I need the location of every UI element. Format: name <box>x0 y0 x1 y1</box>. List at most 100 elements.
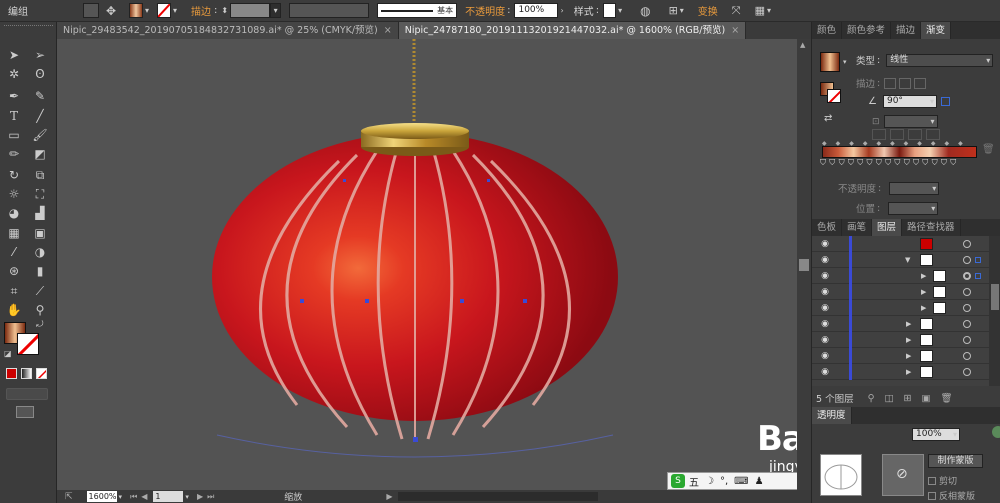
visibility-eye-icon[interactable]: ◉ <box>819 319 831 329</box>
visibility-eye-icon[interactable]: ◉ <box>819 287 831 297</box>
expand-triangle-icon[interactable]: ▶ <box>906 368 911 376</box>
tab-document-2[interactable]: Nipic_24787180_20191113201921447032.ai* … <box>398 22 747 39</box>
angle-input[interactable]: 90° <box>882 95 937 108</box>
chevron-down-icon[interactable]: ▾ <box>618 6 622 15</box>
clipping-mask-icon[interactable]: ◫ <box>885 393 894 404</box>
layers-scrollbar[interactable] <box>989 236 1000 386</box>
symbol-sprayer-tool-icon[interactable]: ⊛ <box>6 263 22 279</box>
stroke-weight-field[interactable]: ⬍ ▾ <box>221 2 282 20</box>
last-artboard-icon[interactable]: ⏭ <box>207 492 214 502</box>
transparency-opacity-input[interactable]: 100% <box>912 428 960 441</box>
arrange-icon[interactable]: ▦ <box>755 4 765 17</box>
visibility-eye-icon[interactable]: ◉ <box>819 367 831 377</box>
moon-icon[interactable]: ☽ <box>705 476 714 487</box>
gradient-tool-slot[interactable] <box>872 129 886 140</box>
rectangle-tool-icon[interactable]: ▭ <box>6 127 22 143</box>
paintbrush-tool-icon[interactable]: 🖌 <box>32 127 48 143</box>
invert-checkbox[interactable] <box>928 491 936 500</box>
tab-brushes[interactable]: 画笔 <box>842 219 873 236</box>
type-tool-icon[interactable]: T <box>6 108 22 124</box>
target-icon[interactable] <box>963 335 971 344</box>
scroll-up-icon[interactable]: ▲ <box>800 41 805 49</box>
target-icon[interactable] <box>963 239 971 248</box>
target-icon[interactable] <box>963 367 971 376</box>
artboard-nav-icon[interactable]: ⇱ <box>65 492 73 502</box>
gradient-preview-swatch[interactable] <box>820 52 840 72</box>
pencil-tool-icon[interactable]: ✏ <box>6 146 22 162</box>
first-artboard-icon[interactable]: ⏮ <box>130 492 137 502</box>
scrollbar-thumb[interactable] <box>799 259 809 271</box>
isolate-button[interactable] <box>83 2 99 20</box>
warp-tool-icon[interactable]: ☼ <box>6 186 22 202</box>
column-graph-tool-icon[interactable]: ▮ <box>32 263 48 279</box>
keyboard-icon[interactable]: ⌨ <box>734 476 748 487</box>
close-icon[interactable]: × <box>384 22 392 39</box>
tab-transparency[interactable]: 透明度 <box>812 407 852 424</box>
stroke-weight-input[interactable] <box>230 3 271 18</box>
stroke-across-icon[interactable] <box>914 77 927 89</box>
style-swatch[interactable] <box>603 3 617 18</box>
tab-gradient[interactable]: 渐变 <box>921 22 952 39</box>
layer-row[interactable]: ◉ ▶ <box>812 283 989 300</box>
chevron-down-icon[interactable]: ▾ <box>185 493 189 501</box>
ime-toolbar[interactable]: S 五 ☽ °, ⌨ ♟ <box>667 472 797 490</box>
target-icon[interactable] <box>963 255 971 264</box>
locate-object-icon[interactable]: ⚲ <box>868 393 875 404</box>
opacity-input[interactable]: 100% <box>514 3 559 18</box>
gradient-tool-slot[interactable] <box>926 129 940 140</box>
horizontal-scrollbar[interactable] <box>398 492 599 501</box>
color-mode-icon[interactable] <box>6 368 17 379</box>
tab-layers[interactable]: 图层 <box>872 219 903 236</box>
chevron-down-icon[interactable]: ▾ <box>767 6 771 15</box>
chevron-down-icon[interactable]: ▾ <box>843 58 847 66</box>
opacity-label[interactable]: 不透明度 <box>465 3 505 18</box>
stroke-color-swatch[interactable] <box>17 333 39 355</box>
hand-tool-icon[interactable]: ✋ <box>6 302 22 318</box>
target-icon[interactable] <box>963 303 971 312</box>
close-icon[interactable]: × <box>731 22 739 39</box>
pen-tool-icon[interactable]: ✒ <box>6 88 22 104</box>
selection-indicator[interactable] <box>975 256 981 263</box>
new-layer-icon[interactable]: ▣ <box>922 393 931 404</box>
scrollbar-thumb[interactable] <box>991 284 999 310</box>
gradient-slider[interactable] <box>822 146 977 158</box>
link-icon[interactable]: ⊘ <box>896 466 908 482</box>
color-stops[interactable]: ⛉⛉⛉⛉⛉⛉⛉⛉⛉⛉⛉⛉⛉⛉⛉ <box>820 158 980 168</box>
slice-tool-icon[interactable]: ⟋ <box>32 283 48 299</box>
punctuation-icon[interactable]: °, <box>720 476 728 487</box>
previous-artboard-icon[interactable]: ◀ <box>141 492 147 501</box>
mask-slot[interactable]: ⊘ <box>882 454 924 496</box>
selection-indicator[interactable] <box>975 272 981 279</box>
free-transform-tool-icon[interactable]: ⛶ <box>32 186 48 202</box>
recolor-artwork-icon[interactable]: ◍ <box>640 4 650 18</box>
tab-swatches[interactable]: 色板 <box>812 219 843 236</box>
panel-grip[interactable] <box>4 25 53 27</box>
perspective-grid-tool-icon[interactable]: ▟ <box>32 205 48 221</box>
stroke-along-icon[interactable] <box>899 77 912 89</box>
drawing-mode-icon[interactable] <box>6 388 48 400</box>
stop-location-input[interactable] <box>888 201 939 215</box>
visibility-eye-icon[interactable]: ◉ <box>819 271 831 281</box>
tab-stroke[interactable]: 描边 <box>891 22 922 39</box>
stop-opacity-input[interactable] <box>889 181 940 195</box>
ime-mode-label[interactable]: 五 <box>689 474 699 489</box>
status-menu-icon[interactable]: ▶ <box>386 492 392 501</box>
artboard-number-input[interactable]: 1 <box>153 491 184 502</box>
gradient-tool-slot[interactable] <box>890 129 904 140</box>
canvas-vertical-scrollbar[interactable]: ▲ <box>797 39 811 490</box>
artboard-canvas[interactable]: Baidu经验 jingyan.baidu.com S 五 ☽ °, ⌨ ♟ <box>57 39 797 490</box>
visibility-eye-icon[interactable]: ◉ <box>819 335 831 345</box>
direct-selection-tool-icon[interactable]: ➢ <box>32 47 48 63</box>
chevron-down-icon[interactable]: ▾ <box>119 493 123 501</box>
target-icon[interactable] <box>963 351 971 360</box>
gradient-tool-icon[interactable]: ▣ <box>32 225 48 241</box>
rotate-tool-icon[interactable]: ↻ <box>6 167 22 183</box>
zoom-tool-icon[interactable]: ⚲ <box>32 302 48 318</box>
clip-checkbox[interactable] <box>928 476 936 485</box>
aspect-ratio-input[interactable] <box>883 115 938 128</box>
target-icon[interactable] <box>963 271 971 280</box>
new-sublayer-icon[interactable]: ⊞ <box>904 393 912 404</box>
next-artboard-icon[interactable]: ▶ <box>197 492 203 501</box>
gradient-type-dropdown[interactable]: 线性 <box>886 53 994 67</box>
expand-triangle-icon[interactable]: ▶ <box>906 336 911 344</box>
